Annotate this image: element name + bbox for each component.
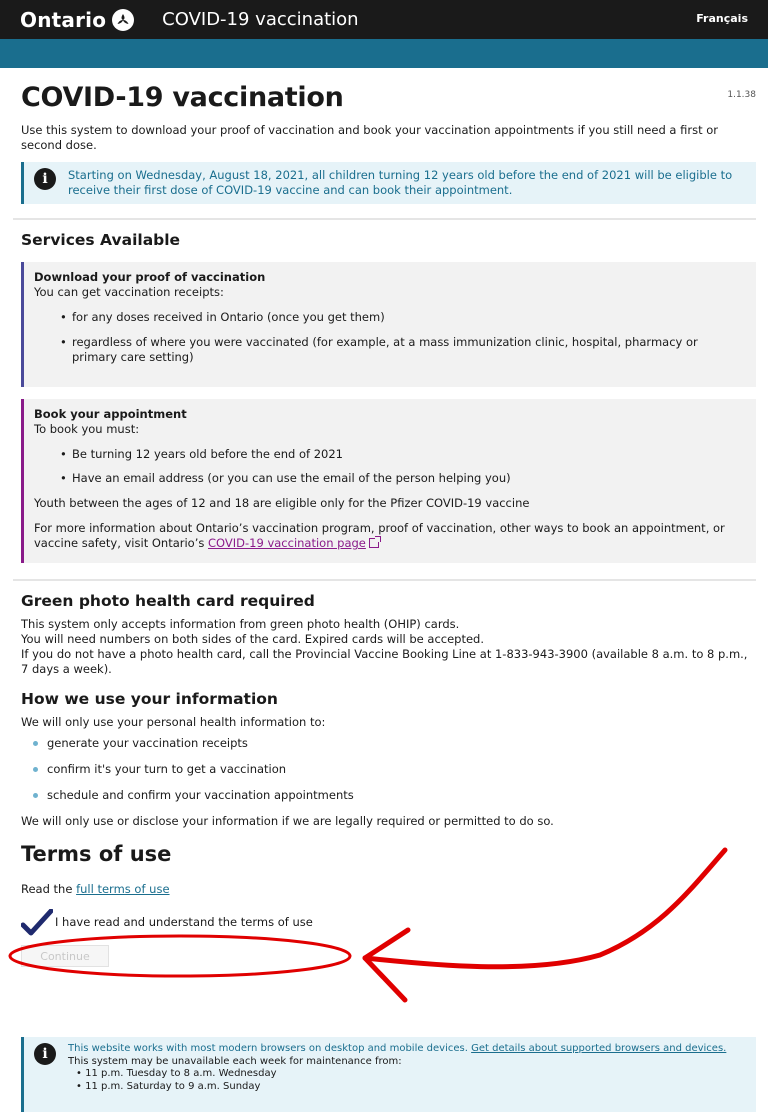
terms-checkbox-row[interactable]: I have read and understand the terms of … (20, 908, 756, 936)
browser-text-line: This website works with most modern brow… (68, 1043, 726, 1056)
services-heading: Services Available (21, 230, 181, 249)
divider (13, 217, 756, 220)
maintenance-text: This system may be unavailable each week… (68, 1055, 402, 1067)
intro-text: Use this system to download your proof o… (21, 123, 719, 153)
health-card-heading: Green photo health card required (21, 592, 315, 611)
service-proof-of-vaccination: Download your proof of vaccination You c… (21, 261, 756, 387)
title-row: COVID-19 vaccination 1.1.38 (21, 80, 756, 115)
info-use-closing: We will only use or disclose your inform… (21, 814, 554, 829)
list-item: confirm it's your turn to get a vaccinat… (33, 762, 756, 777)
health-card-line: You will need numbers on both sides of t… (21, 632, 484, 647)
terms-checkbox[interactable] (20, 908, 54, 936)
service-book-appointment: Book your appointment To book you must: … (21, 398, 756, 564)
service-title: Download your proof of vaccination (34, 269, 266, 284)
info-icon: i (34, 1043, 56, 1065)
maintenance-list: 11 p.m. Tuesday to 8 a.m. Wednesday 11 p… (76, 1068, 726, 1093)
app-title: COVID-19 vaccination (162, 8, 359, 30)
health-card-line: This system only accepts information fro… (21, 617, 460, 632)
page-title: COVID-19 vaccination (21, 82, 344, 113)
ontario-logo[interactable]: Ontario (20, 7, 135, 33)
info-icon: i (34, 167, 56, 190)
main-content: COVID-19 vaccination 1.1.38 Use this sys… (0, 80, 768, 968)
terms-read-line: Read the full terms of use (21, 882, 756, 897)
terms-heading: Terms of use (21, 841, 172, 866)
continue-button[interactable]: Continue (21, 945, 109, 968)
booking-requirements-list: Be turning 12 years old before the end o… (60, 447, 744, 487)
full-terms-link[interactable]: full terms of use (76, 882, 169, 896)
vaccination-page-link[interactable]: COVID-19 vaccination page (208, 536, 366, 550)
eligibility-notice: i Starting on Wednesday, August 18, 2021… (21, 161, 756, 204)
browser-support-notice: i This website works with most modern br… (21, 1037, 756, 1112)
brand-name: Ontario (20, 7, 107, 32)
youth-note: Youth between the ages of 12 and 18 are … (34, 496, 530, 511)
info-use-heading: How we use your information (21, 690, 278, 709)
supported-browsers-link[interactable]: Get details about supported browsers and… (471, 1043, 726, 1054)
list-item: for any doses received in Ontario (once … (60, 310, 744, 325)
divider (13, 579, 756, 582)
more-info-text: For more information about Ontario’s vac… (34, 521, 744, 551)
version-number: 1.1.38 (727, 90, 756, 100)
service-subtitle: To book you must: (34, 421, 140, 436)
service-title: Book your appointment (34, 406, 187, 421)
health-card-line: If you do not have a photo health card, … (21, 647, 748, 677)
list-item: 11 p.m. Saturday to 9 a.m. Sunday (76, 1081, 726, 1094)
info-use-intro: We will only use your personal health in… (21, 715, 326, 730)
terms-checkbox-label[interactable]: I have read and understand the terms of … (55, 915, 313, 930)
browser-support-text: This website works with most modern brow… (68, 1043, 726, 1112)
info-use-list: generate your vaccination receipts confi… (33, 736, 756, 803)
top-header: Ontario COVID-19 vaccination Français (0, 0, 768, 39)
language-toggle-link[interactable]: Français (696, 12, 748, 26)
list-item: 11 p.m. Tuesday to 8 a.m. Wednesday (76, 1068, 726, 1081)
service-subtitle: You can get vaccination receipts: (34, 284, 224, 299)
proof-list: for any doses received in Ontario (once … (60, 310, 744, 365)
list-item: Be turning 12 years old before the end o… (60, 447, 744, 462)
terms-read-prefix: Read the (21, 882, 77, 897)
header-accent-bar (0, 39, 768, 68)
list-item: regardless of where you were vaccinated … (60, 335, 744, 365)
list-item: generate your vaccination receipts (33, 736, 756, 751)
eligibility-notice-text: Starting on Wednesday, August 18, 2021, … (68, 167, 733, 197)
list-item: Have an email address (or you can use th… (60, 471, 744, 486)
list-item: schedule and confirm your vaccination ap… (33, 788, 756, 803)
checkmark-icon (20, 908, 54, 936)
trillium-icon (112, 8, 135, 31)
external-link-icon (368, 536, 381, 549)
health-card-text: This system only accepts information fro… (21, 617, 756, 677)
browser-text: This website works with most modern brow… (68, 1043, 472, 1054)
